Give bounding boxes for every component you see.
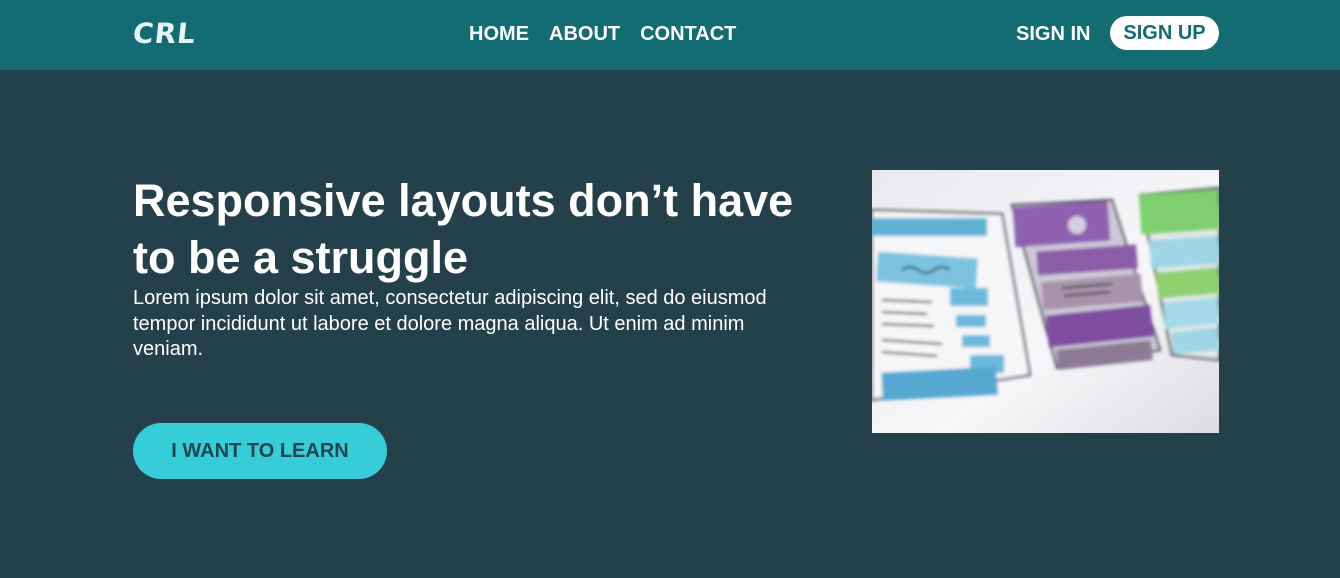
- sign-up-button[interactable]: SIGN UP: [1110, 16, 1219, 50]
- sign-in-link[interactable]: SIGN IN: [1016, 22, 1090, 46]
- hero-description: Lorem ipsum dolor sit amet, consectetur …: [133, 287, 767, 360]
- nav-link-contact[interactable]: CONTACT: [640, 22, 736, 46]
- top-navigation-bar: CRL HOME ABOUT CONTACT SIGN IN SIGN UP: [0, 0, 1340, 70]
- brand-logo[interactable]: CRL: [131, 17, 197, 51]
- learn-cta-button[interactable]: I WANT TO LEARN: [133, 423, 387, 479]
- nav-link-home[interactable]: HOME: [469, 22, 529, 46]
- wireframe-sketch-illustration: [872, 170, 1219, 433]
- nav-link-about[interactable]: ABOUT: [549, 22, 620, 46]
- wireframe-sketch-image: [872, 170, 1219, 433]
- main-nav: HOME ABOUT CONTACT: [469, 22, 736, 46]
- hero-title: Responsive layouts don’t have to be a st…: [133, 175, 794, 283]
